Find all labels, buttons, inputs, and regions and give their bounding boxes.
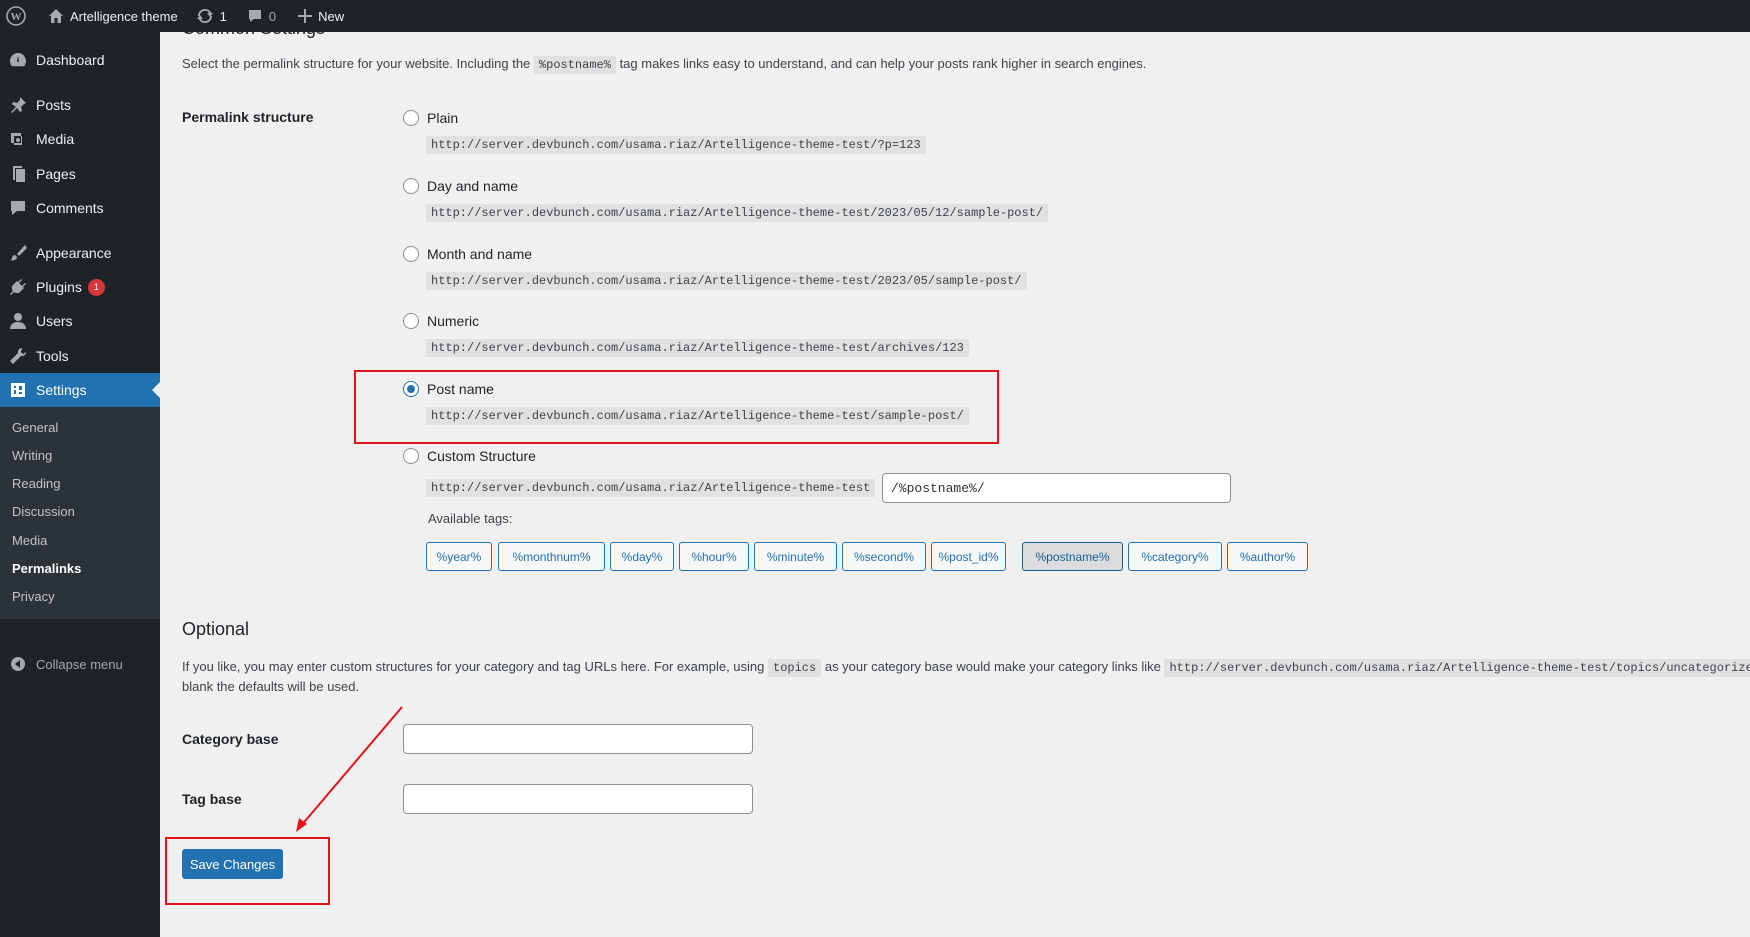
sidebar-item-plugins[interactable]: Plugins 1: [0, 270, 160, 304]
dashboard-icon: [10, 53, 26, 67]
collapse-menu-button[interactable]: Collapse menu: [0, 656, 160, 672]
new-content-link[interactable]: New: [284, 0, 352, 32]
submenu-item-permalinks[interactable]: Permalinks: [12, 561, 81, 576]
collapse-arrow-icon: [11, 657, 25, 671]
sidebar-item-label: Comments: [36, 200, 104, 216]
new-label: New: [318, 8, 345, 24]
sidebar-item-label: Media: [36, 131, 75, 147]
plus-icon: [298, 9, 313, 23]
wordpress-logo-icon[interactable]: W: [0, 0, 34, 32]
admin-bar: W Artelligence theme 1 0 New: [0, 0, 1750, 32]
submenu-item-media[interactable]: Media: [12, 533, 47, 548]
sidebar-item-media[interactable]: Media: [0, 122, 160, 156]
sidebar-item-label: Users: [36, 313, 73, 329]
comments-count: 0: [268, 8, 277, 24]
plugins-update-badge: 1: [87, 278, 105, 296]
annotation-arrow-icon: [296, 706, 403, 832]
submenu-item-reading[interactable]: Reading: [12, 476, 60, 491]
sidebar-item-comments[interactable]: Comments: [0, 191, 160, 225]
plugin-icon: [10, 279, 26, 295]
refresh-icon: [196, 9, 213, 23]
comments-link[interactable]: 0: [235, 0, 284, 32]
collapse-label: Collapse menu: [36, 656, 123, 672]
sidebar-item-tools[interactable]: Tools: [0, 339, 160, 373]
media-icon: [11, 133, 22, 145]
updates-link[interactable]: 1: [186, 0, 235, 32]
sidebar-item-label: Appearance: [36, 245, 112, 261]
submenu-item-discussion[interactable]: Discussion: [12, 504, 75, 519]
updates-count: 1: [219, 8, 227, 24]
settings-submenu: General Writing Reading Discussion Media…: [0, 407, 160, 619]
pin-icon: [11, 97, 26, 113]
sidebar-item-users[interactable]: Users: [0, 304, 160, 338]
comment-icon: [11, 201, 25, 215]
sidebar-item-label: Plugins: [36, 279, 82, 295]
site-name: Artelligence theme: [70, 8, 178, 24]
sidebar-item-appearance[interactable]: Appearance: [0, 236, 160, 270]
submenu-item-privacy[interactable]: Privacy: [12, 589, 55, 604]
sidebar-item-settings[interactable]: Settings: [0, 373, 160, 407]
submenu-item-general[interactable]: General: [12, 420, 58, 435]
user-icon: [10, 313, 26, 329]
sidebar-item-posts[interactable]: Posts: [0, 88, 160, 122]
site-name-link[interactable]: Artelligence theme: [34, 0, 186, 32]
settings-icon: [11, 383, 25, 397]
sidebar-item-dashboard[interactable]: Dashboard: [0, 43, 160, 77]
main-content: Common Settings Select the permalink str…: [160, 18, 1750, 937]
admin-sidebar: Dashboard Posts Media Pages Comments App…: [0, 32, 160, 937]
svg-text:W: W: [11, 11, 22, 23]
sidebar-item-label: Posts: [36, 97, 72, 113]
brush-icon: [10, 245, 27, 261]
sidebar-item-label: Settings: [36, 382, 87, 398]
home-icon: [49, 9, 63, 23]
sidebar-item-pages[interactable]: Pages: [0, 157, 160, 191]
comment-bubble-icon: [248, 10, 261, 22]
pages-icon: [13, 166, 25, 182]
wrench-icon: [10, 347, 27, 364]
sidebar-item-label: Tools: [36, 348, 69, 364]
submenu-item-writing[interactable]: Writing: [12, 448, 52, 463]
sidebar-item-label: Pages: [36, 166, 76, 182]
sidebar-item-label: Dashboard: [36, 52, 105, 68]
